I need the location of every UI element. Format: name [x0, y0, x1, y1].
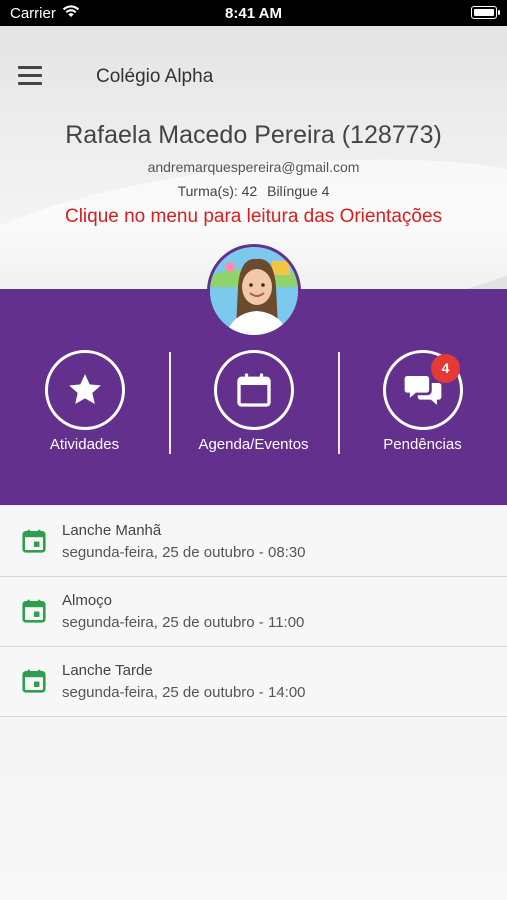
event-datetime: segunda-feira, 25 de outubro - 14:00 [62, 684, 306, 701]
star-icon [45, 350, 125, 430]
app-title: Colégio Alpha [96, 66, 214, 87]
calendar-green-icon [21, 598, 47, 629]
hamburger-menu-icon[interactable] [18, 66, 42, 86]
event-datetime: segunda-feira, 25 de outubro - 11:00 [62, 614, 305, 631]
event-title: Almoço [62, 592, 113, 609]
pending-count-badge: 4 [431, 354, 460, 383]
pending-button[interactable]: Pendências [338, 350, 507, 460]
activities-button[interactable]: Atividades [0, 350, 169, 460]
orientation-notice[interactable]: Clique no menu para leitura das Orientaç… [0, 206, 507, 228]
clock: 8:41 AM [225, 5, 282, 22]
agenda-button[interactable]: Agenda/Eventos [169, 350, 338, 460]
student-email: andremarquespereira@gmail.com [147, 159, 360, 175]
pending-label: Pendências [383, 436, 462, 453]
calendar-green-icon [21, 528, 47, 559]
agenda-label: Agenda/Eventos [198, 436, 309, 453]
class-label: Turma(s): 42 [177, 183, 258, 199]
list-item[interactable]: Lanche Tarde segunda-feira, 25 de outubr… [0, 647, 507, 717]
activities-label: Atividades [49, 436, 120, 453]
student-name: Rafaela Macedo Pereira (128773) [65, 121, 442, 149]
status-bar: Carrier 8:41 AM [0, 0, 507, 26]
list-item[interactable]: Lanche Manhã segunda-feira, 25 de outubr… [0, 507, 507, 577]
event-list: Lanche Manhã segunda-feira, 25 de outubr… [0, 507, 507, 717]
avatar[interactable] [207, 244, 301, 338]
calendar-green-icon [21, 668, 47, 699]
battery-icon [471, 6, 500, 19]
event-title: Lanche Manhã [62, 522, 162, 539]
calendar-icon [214, 350, 294, 430]
event-datetime: segunda-feira, 25 de outubro - 08:30 [62, 544, 306, 561]
student-class: Turma(s): 42 Bilíngue 4 [0, 183, 507, 199]
event-title: Lanche Tarde [62, 662, 153, 679]
class-extra: Bilíngue 4 [267, 183, 330, 199]
list-item[interactable]: Almoço segunda-feira, 25 de outubro - 11… [0, 577, 507, 647]
empty-background [0, 717, 507, 900]
